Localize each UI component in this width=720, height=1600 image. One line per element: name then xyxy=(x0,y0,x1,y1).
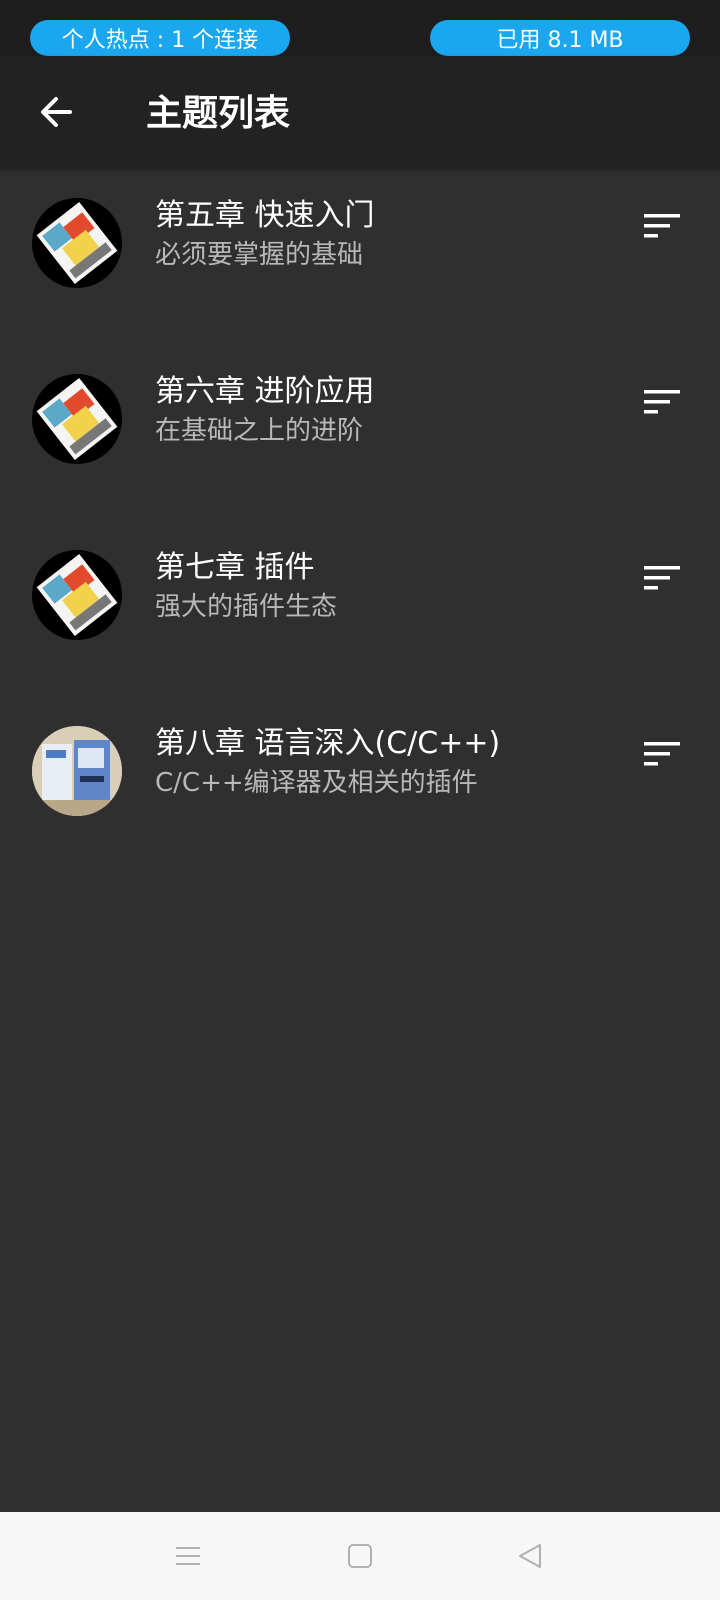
topic-title: 第八章 语言深入(C/C++) xyxy=(155,726,501,761)
topic-item[interactable]: 第六章 进阶应用 在基础之上的进阶 xyxy=(0,344,720,520)
data-usage-pill[interactable]: 已用 8.1 MB xyxy=(430,20,690,56)
topic-thumbnail xyxy=(32,198,122,288)
topic-subtitle: 在基础之上的进阶 xyxy=(155,416,364,446)
page-title: 主题列表 xyxy=(146,93,291,134)
home-button[interactable] xyxy=(338,1534,382,1578)
hotspot-pill[interactable]: 个人热点 : 1 个连接 xyxy=(30,20,290,56)
topic-subtitle: 强大的插件生态 xyxy=(155,592,338,622)
topic-item[interactable]: 第八章 语言深入(C/C++) C/C++编译器及相关的插件 xyxy=(0,696,720,872)
arrow-left-icon xyxy=(41,97,72,127)
topic-thumbnail xyxy=(32,550,122,640)
topic-item[interactable]: 第七章 插件 强大的插件生态 xyxy=(0,520,720,696)
back-button[interactable] xyxy=(26,82,86,142)
topic-item[interactable]: 第五章 快速入门 必须要掌握的基础 xyxy=(0,168,720,344)
data-usage-label: 已用 8.1 MB xyxy=(496,28,624,53)
system-nav-bar xyxy=(0,1512,720,1600)
topic-title: 第五章 快速入门 xyxy=(155,198,375,233)
topic-title: 第七章 插件 xyxy=(155,550,315,585)
topic-thumbnail xyxy=(32,374,122,464)
menu-button[interactable] xyxy=(166,1534,210,1578)
sort-icon xyxy=(644,390,680,414)
sort-icon xyxy=(644,214,680,238)
sort-icon xyxy=(644,566,680,590)
sort-button[interactable] xyxy=(638,382,686,422)
topic-list: 第五章 快速入门 必须要掌握的基础 第六章 进阶应用 在基础之上的进阶 第七章 … xyxy=(0,168,720,872)
sort-button[interactable] xyxy=(638,734,686,774)
menu-icon xyxy=(176,1547,200,1565)
status-bar: 个人热点 : 1 个连接 已用 8.1 MB xyxy=(0,0,720,56)
topic-title: 第六章 进阶应用 xyxy=(155,374,375,409)
topic-subtitle: C/C++编译器及相关的插件 xyxy=(155,768,478,798)
square-home-icon xyxy=(348,1544,372,1568)
topic-subtitle: 必须要掌握的基础 xyxy=(155,240,364,270)
topic-thumbnail xyxy=(32,726,122,816)
hotspot-label: 个人热点 : 1 个连接 xyxy=(61,28,259,53)
nav-back-button[interactable] xyxy=(508,1534,552,1578)
sort-icon xyxy=(644,742,680,766)
triangle-back-icon xyxy=(519,1544,541,1568)
sort-button[interactable] xyxy=(638,558,686,598)
sort-button[interactable] xyxy=(638,206,686,246)
app-bar: 主题列表 xyxy=(0,56,720,168)
